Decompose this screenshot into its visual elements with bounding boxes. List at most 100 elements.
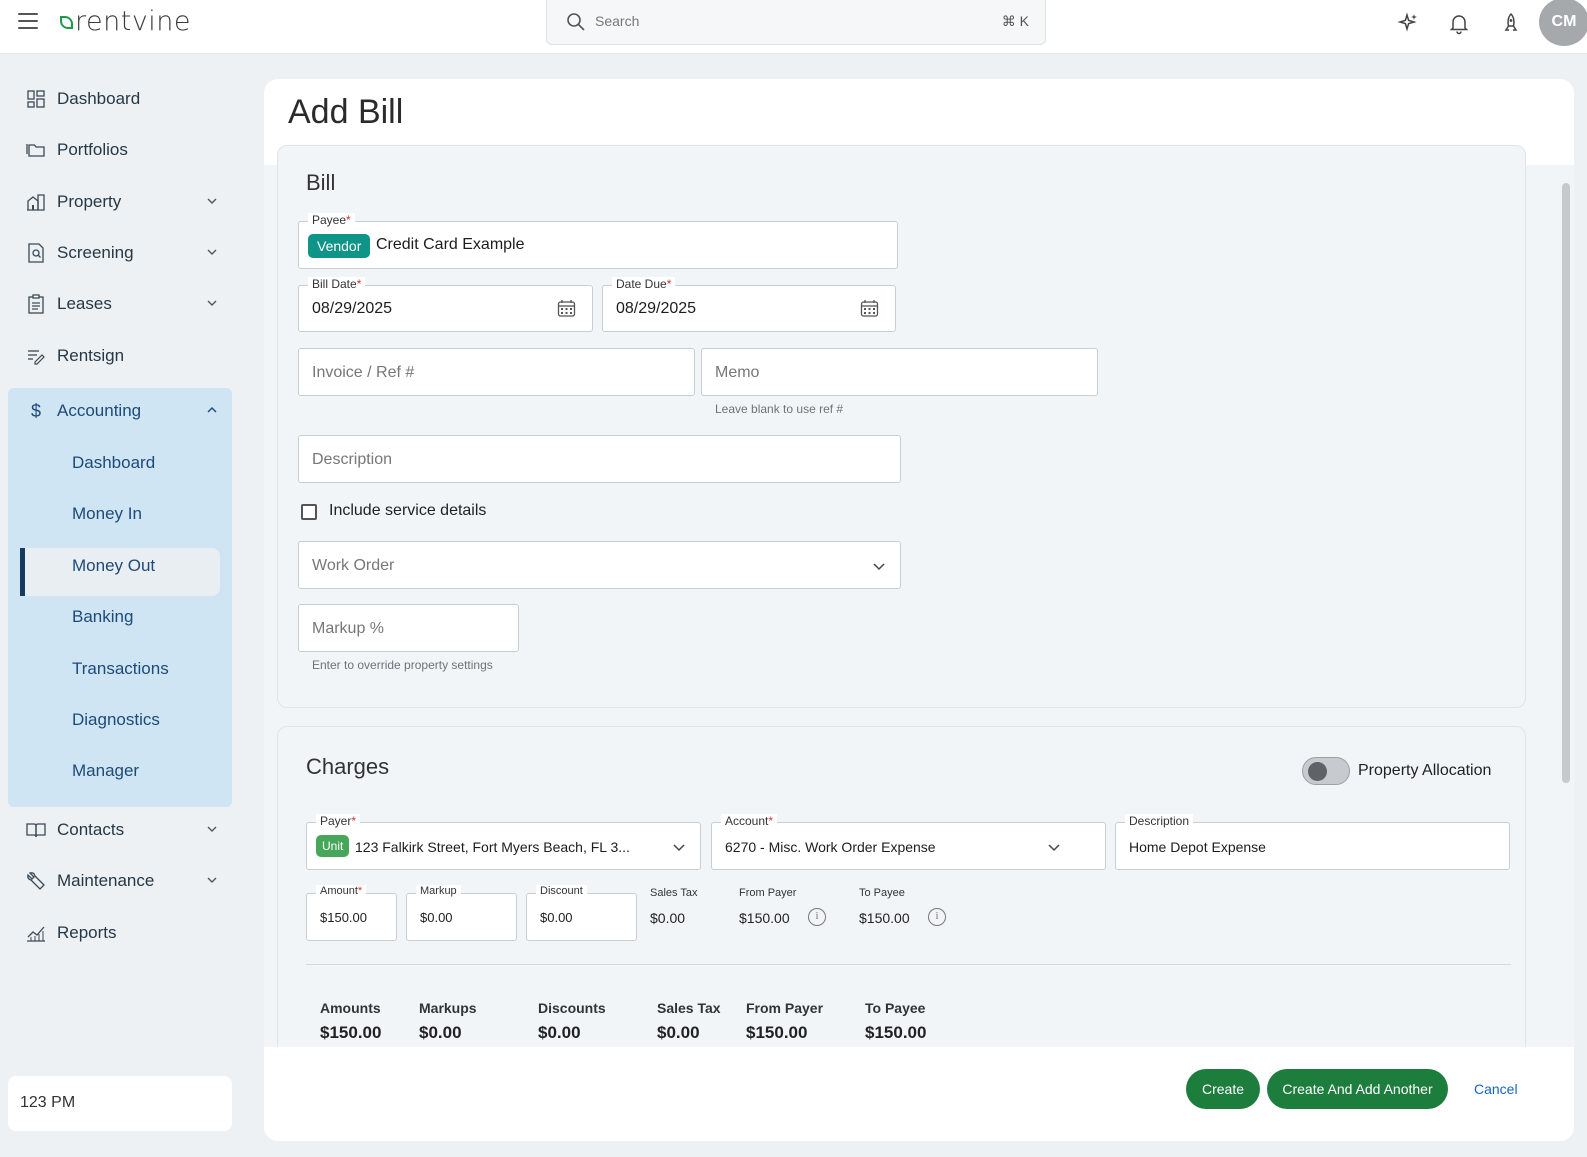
chevron-down-icon	[673, 844, 685, 852]
payer-select[interactable]: Payer* Unit 123 Falkirk Street, Fort Mye…	[306, 814, 701, 870]
sidebar-sub-manager[interactable]: Manager	[72, 761, 139, 781]
form-scroll-area[interactable]: Bill Payee* Vendor Credit Card Example B…	[264, 145, 1574, 1141]
sidebar-item-leases[interactable]: Leases	[26, 289, 226, 319]
vendor-badge: Vendor	[308, 234, 371, 258]
search-bar[interactable]: Search ⌘ K	[546, 0, 1046, 45]
sidebar-sub-transactions[interactable]: Transactions	[72, 659, 169, 679]
clipboard-icon	[26, 294, 46, 314]
sidebar-item-portfolios[interactable]: Portfolios	[26, 135, 226, 165]
amount-value: $150.00	[320, 910, 367, 925]
chart-icon	[26, 923, 46, 943]
sidebar-sub-money-in[interactable]: Money In	[72, 504, 142, 524]
divider	[306, 964, 1511, 965]
wrench-icon	[26, 871, 46, 891]
amount-input[interactable]: Amount* $150.00	[306, 885, 397, 941]
account-select[interactable]: Account* 6270 - Misc. Work Order Expense	[711, 814, 1106, 870]
markup-helper: Enter to override property settings	[312, 658, 493, 672]
sidebar-sub-diagnostics[interactable]: Diagnostics	[72, 710, 160, 730]
total-sales-tax-label: Sales Tax	[657, 1000, 721, 1016]
book-icon	[26, 820, 46, 840]
markup-percent-input[interactable]: Markup %	[298, 604, 519, 652]
total-amounts-label: Amounts	[320, 1000, 381, 1016]
invoice-ref-input[interactable]: Invoice / Ref #	[298, 348, 695, 396]
chevron-down-icon	[207, 198, 217, 204]
sidebar-item-screening[interactable]: Screening	[26, 238, 226, 268]
menu-icon[interactable]	[18, 13, 38, 29]
sales-tax-label: Sales Tax	[650, 887, 698, 899]
chevron-down-icon	[207, 300, 217, 306]
sidebar-sub-banking[interactable]: Banking	[72, 607, 133, 627]
from-payer-value: $150.00	[739, 910, 790, 926]
top-bar: rentvine Search ⌘ K CM	[0, 0, 1587, 54]
payee-field[interactable]: Payee* Vendor Credit Card Example	[298, 213, 898, 269]
work-order-select[interactable]: Work Order	[298, 541, 901, 589]
footer-time: 123 PM	[8, 1076, 232, 1131]
total-to-payee-label: To Payee	[865, 1000, 926, 1016]
service-details-checkbox[interactable]	[301, 504, 317, 520]
sparkle-icon[interactable]	[1396, 11, 1420, 35]
sidebar-item-property[interactable]: Property	[26, 187, 226, 217]
date-due-value: 08/29/2025	[616, 300, 697, 317]
total-from-payer-value: $150.00	[746, 1023, 808, 1042]
charges-section-title: Charges	[306, 754, 390, 779]
sidebar-item-dashboard[interactable]: Dashboard	[26, 84, 226, 114]
calendar-icon[interactable]	[860, 299, 879, 318]
logo[interactable]: rentvine	[60, 6, 191, 37]
main-card: Add Bill Bill Payee* Vendor Credit Card …	[264, 79, 1574, 1141]
building-icon	[26, 192, 46, 212]
scrollbar[interactable]	[1562, 183, 1570, 783]
discount-value: $0.00	[540, 910, 573, 925]
sidebar-item-rentsign[interactable]: Rentsign	[26, 341, 226, 371]
total-from-payer-label: From Payer	[746, 1000, 824, 1016]
sidebar-sub-money-out[interactable]: Money Out	[72, 556, 155, 576]
info-icon[interactable]: i	[928, 908, 946, 926]
avatar[interactable]: CM	[1539, 0, 1587, 46]
sidebar-item-maintenance[interactable]: Maintenance	[26, 866, 226, 896]
sidebar: Dashboard Portfolios Property Screening …	[0, 54, 240, 1157]
account-value: 6270 - Misc. Work Order Expense	[725, 839, 936, 855]
accounting-panel	[8, 388, 232, 807]
markup-value: $0.00	[420, 910, 453, 925]
charge-description-value: Home Depot Expense	[1129, 839, 1266, 855]
chevron-down-icon	[207, 826, 217, 832]
bell-icon[interactable]	[1447, 11, 1471, 35]
create-and-add-another-button[interactable]: Create And Add Another	[1267, 1069, 1448, 1109]
bill-date-field[interactable]: Bill Date* 08/29/2025	[298, 277, 593, 332]
memo-input[interactable]: Memo	[701, 348, 1098, 396]
chevron-down-icon	[873, 563, 885, 571]
service-details-label: Include service details	[329, 502, 487, 519]
markup-input[interactable]: Markup $0.00	[406, 885, 517, 941]
unit-badge: Unit	[316, 835, 350, 857]
memo-helper: Leave blank to use ref #	[715, 402, 844, 416]
chevron-down-icon	[207, 249, 217, 255]
dollar-icon: $	[30, 400, 41, 421]
to-payee-value: $150.00	[859, 910, 910, 926]
sidebar-item-reports[interactable]: Reports	[26, 918, 226, 948]
create-button[interactable]: Create	[1186, 1069, 1260, 1109]
search-shortcut: ⌘ K	[1001, 13, 1029, 29]
to-payee-label: To Payee	[859, 887, 905, 899]
leaf-icon	[60, 16, 73, 29]
charge-description-input[interactable]: Description Home Depot Expense	[1115, 814, 1510, 870]
chevron-up-icon	[207, 407, 217, 413]
description-input[interactable]: Description	[298, 435, 901, 483]
property-allocation-toggle[interactable]	[1302, 757, 1350, 785]
rocket-icon[interactable]	[1499, 11, 1523, 35]
property-allocation-label: Property Allocation	[1358, 762, 1492, 779]
sidebar-sub-dashboard[interactable]: Dashboard	[72, 453, 155, 473]
info-icon[interactable]: i	[808, 908, 826, 926]
signature-icon	[26, 346, 46, 366]
discount-input[interactable]: Discount $0.00	[526, 885, 637, 941]
from-payer-label: From Payer	[739, 887, 797, 899]
date-due-field[interactable]: Date Due* 08/29/2025	[602, 277, 896, 332]
chevron-down-icon	[207, 877, 217, 883]
search-icon	[567, 13, 585, 31]
total-to-payee-value: $150.00	[865, 1023, 927, 1042]
cancel-link[interactable]: Cancel	[1474, 1081, 1518, 1097]
folders-icon	[26, 140, 46, 160]
sidebar-item-contacts[interactable]: Contacts	[26, 815, 226, 845]
calendar-icon[interactable]	[557, 299, 576, 318]
chevron-down-icon	[1048, 844, 1060, 852]
sidebar-item-accounting[interactable]: $ Accounting	[26, 396, 226, 426]
total-discounts-label: Discounts	[538, 1000, 606, 1016]
